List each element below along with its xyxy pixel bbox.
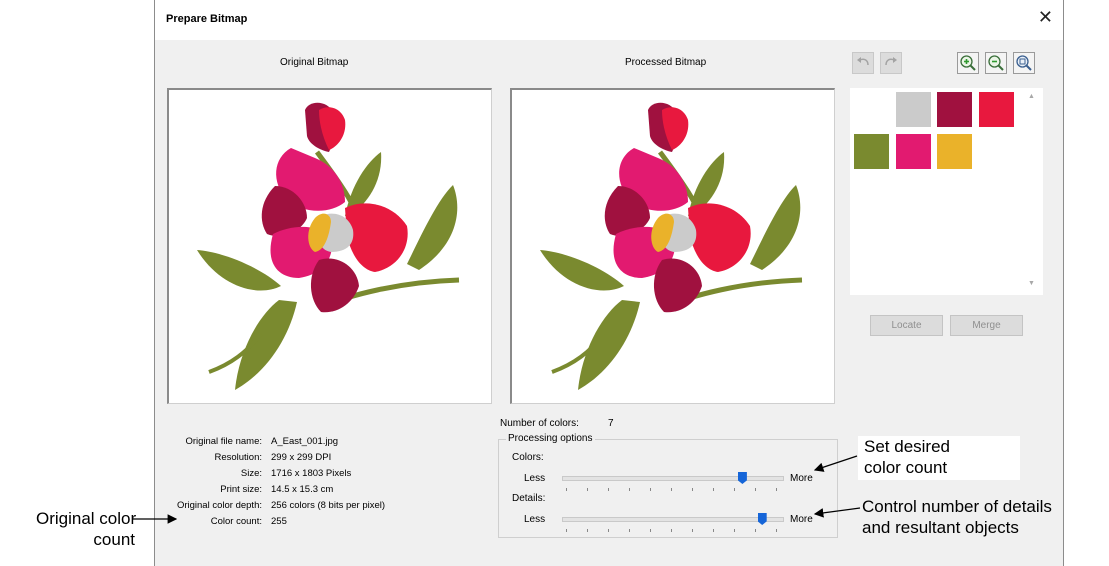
colors-arrow [813, 455, 858, 472]
details-arrow [813, 507, 861, 518]
callout-arrows [132, 455, 861, 524]
